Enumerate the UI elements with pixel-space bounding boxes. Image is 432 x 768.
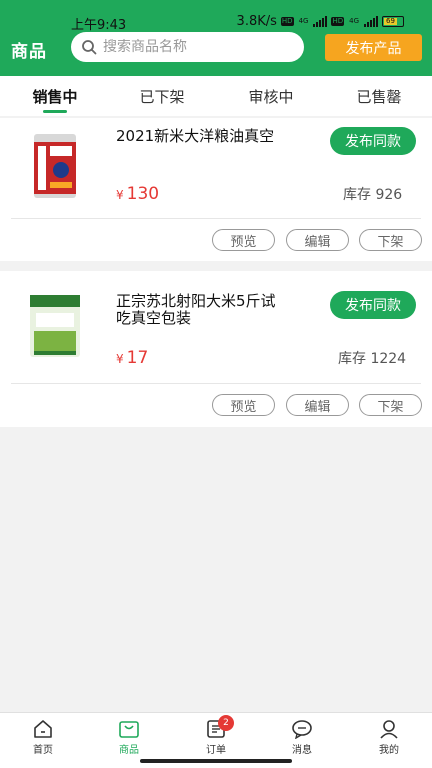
status-bar: 上午9:43 3.8K/s HD 4G HD 4G 69	[0, 14, 432, 33]
off-shelf-button[interactable]: 下架	[359, 229, 422, 251]
tab-on-sale[interactable]: 销售中	[15, 86, 95, 107]
nav-label: 订单	[206, 745, 226, 756]
currency-symbol: ¥	[116, 188, 124, 202]
card-divider	[11, 383, 421, 384]
card-divider	[11, 218, 421, 219]
signal-icon-1	[313, 16, 328, 27]
battery-level: 69	[384, 18, 397, 25]
nav-products[interactable]: 商品	[99, 719, 159, 756]
home-indicator[interactable]	[140, 759, 292, 763]
nav-label: 消息	[292, 745, 312, 756]
page-title: 商品	[11, 42, 47, 62]
nav-profile[interactable]: 我的	[359, 719, 419, 756]
price-value: 130	[126, 184, 160, 204]
preview-button[interactable]: 预览	[212, 229, 275, 251]
currency-symbol: ¥	[116, 352, 124, 366]
off-shelf-button[interactable]: 下架	[359, 394, 422, 416]
product-card: 2021新米大洋粮油真空 发布同款 ¥130 库存 926 预览 编辑 下架	[0, 118, 432, 261]
network-type-1: 4G	[298, 17, 309, 25]
product-price: ¥130	[116, 184, 159, 204]
price-value: 17	[126, 348, 149, 368]
publish-same-button[interactable]: 发布同款	[330, 127, 416, 155]
product-image-rice-bag-red[interactable]	[20, 132, 90, 202]
nav-home[interactable]: 首页	[13, 719, 73, 756]
tab-sold-out[interactable]: 已售罄	[339, 86, 419, 107]
publish-product-button[interactable]: 发布产品	[325, 34, 422, 61]
product-stock: 库存 1224	[338, 351, 407, 367]
product-stock: 库存 926	[343, 187, 403, 203]
active-tab-indicator	[43, 110, 67, 113]
nav-label: 商品	[119, 745, 139, 756]
signal-icon-2	[364, 16, 378, 27]
edit-button[interactable]: 编辑	[286, 229, 349, 251]
product-price: ¥17	[116, 348, 148, 368]
product-name: 正宗苏北射阳大米5斤试吃真空包装	[116, 292, 276, 327]
edit-button[interactable]: 编辑	[286, 394, 349, 416]
tab-under-review[interactable]: 审核中	[231, 86, 311, 107]
message-icon	[292, 720, 312, 739]
hd-indicator-2: HD	[331, 17, 345, 26]
nav-orders[interactable]: 订单 2	[186, 715, 246, 756]
battery-icon: 69	[382, 16, 404, 27]
network-speed: 3.8K/s	[236, 14, 277, 29]
home-icon	[34, 720, 52, 738]
nav-messages[interactable]: 消息	[272, 719, 332, 756]
search-input[interactable]	[103, 39, 293, 55]
tab-off-shelf[interactable]: 已下架	[122, 86, 202, 107]
status-time: 上午9:43	[71, 18, 127, 33]
publish-same-button[interactable]: 发布同款	[330, 291, 416, 319]
app-header: 上午9:43 3.8K/s HD 4G HD 4G 69 商品 发布产品	[0, 0, 432, 76]
product-image-rice-bag-green[interactable]	[20, 291, 90, 361]
order-count-badge: 2	[218, 715, 234, 731]
status-indicators: 3.8K/s HD 4G HD 4G 69	[237, 14, 404, 29]
product-card: 正宗苏北射阳大米5斤试吃真空包装 发布同款 ¥17 库存 1224 预览 编辑 …	[0, 271, 432, 427]
search-box[interactable]	[71, 32, 304, 62]
network-type-2: 4G	[349, 17, 359, 25]
status-tabs: 销售中 已下架 审核中 已售罄	[0, 76, 432, 116]
nav-label: 首页	[33, 745, 53, 756]
bag-icon	[119, 721, 139, 738]
preview-button[interactable]: 预览	[212, 394, 275, 416]
hd-indicator-1: HD	[280, 17, 294, 26]
nav-label: 我的	[379, 745, 399, 756]
user-icon	[380, 720, 398, 739]
product-name: 2021新米大洋粮油真空	[116, 127, 275, 145]
search-icon	[82, 40, 97, 55]
